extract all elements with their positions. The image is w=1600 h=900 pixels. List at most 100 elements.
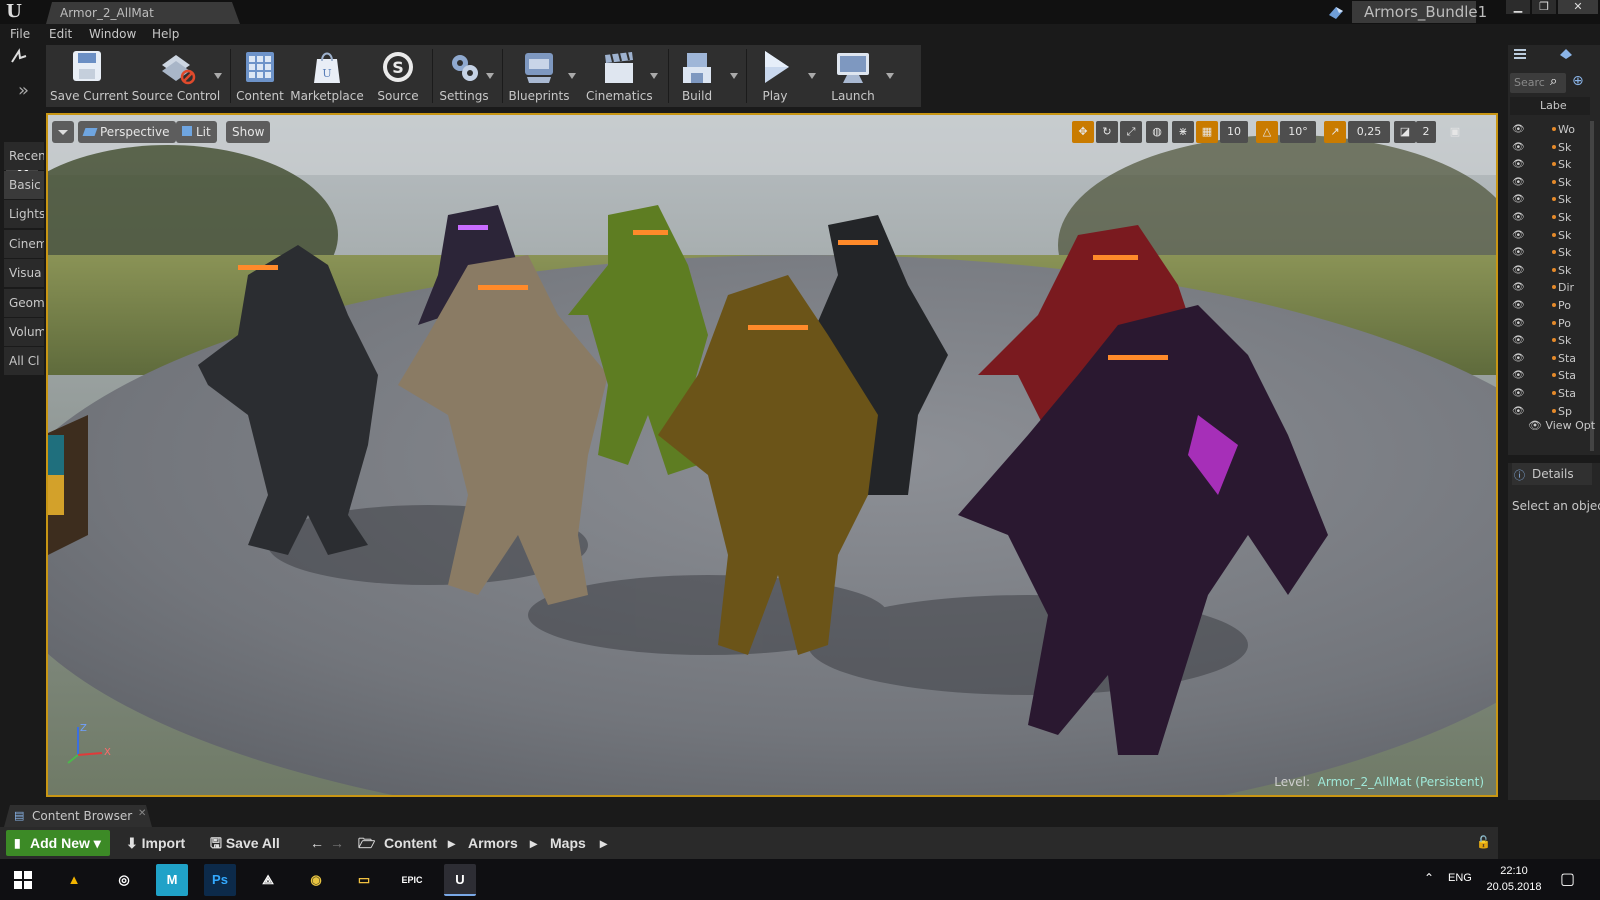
visibility-eye-icon[interactable]: 👁 xyxy=(1512,332,1525,350)
viewport-options-button[interactable] xyxy=(52,121,74,143)
translate-tool-icon[interactable]: ✥ xyxy=(1072,121,1094,143)
level-viewport[interactable]: Z X Perspective Lit Show ✥ ↻ ⤢ ◍ ⋇ ▦ 10 … xyxy=(46,113,1498,797)
content-button[interactable]: Content xyxy=(234,45,286,107)
outliner-row[interactable]: 👁 Sta xyxy=(1508,367,1600,385)
taskbar-app-icon[interactable]: ⟁ xyxy=(252,864,284,896)
level-tab[interactable]: Armor_2_AllMat xyxy=(46,2,240,24)
taskbar-clock[interactable]: 22:10 20.05.2018 xyxy=(1480,863,1548,895)
launch-button[interactable]: Launch xyxy=(822,45,884,107)
scale-snap-icon[interactable]: ↗ xyxy=(1324,121,1346,143)
show-button[interactable]: Show xyxy=(226,121,271,143)
view-options-button[interactable]: 👁 View Opt xyxy=(1528,419,1595,432)
outliner-row[interactable]: 👁 Sk xyxy=(1508,227,1600,245)
label-column-header[interactable]: Labe xyxy=(1510,97,1590,115)
visibility-eye-icon[interactable]: 👁 xyxy=(1512,209,1525,227)
import-button[interactable]: ⬇ Import xyxy=(126,830,185,856)
taskbar-maya-icon[interactable]: M xyxy=(156,864,188,896)
outliner-row[interactable]: 👁 Sk xyxy=(1508,244,1600,262)
restore-button[interactable]: ❐ xyxy=(1532,0,1556,14)
save-all-button[interactable]: 🖫 Save All xyxy=(210,830,280,856)
category-volumes[interactable]: Volum xyxy=(4,318,44,346)
scale-snap-value[interactable]: 0,25 xyxy=(1348,121,1390,143)
visibility-eye-icon[interactable]: 👁 xyxy=(1512,297,1525,315)
outliner-row[interactable]: 👁 Sta xyxy=(1508,385,1600,403)
category-visual[interactable]: Visua xyxy=(4,259,44,287)
grid-snap-icon[interactable]: ▦ xyxy=(1196,121,1218,143)
rotation-snap-value[interactable]: 10° xyxy=(1280,121,1316,143)
breadcrumb-separator[interactable]: ▸ xyxy=(448,830,455,856)
taskbar-chrome-icon[interactable]: ◉ xyxy=(300,864,332,896)
outliner-row[interactable]: 👁 Sk xyxy=(1508,332,1600,350)
outliner-row[interactable]: 👁 Wo xyxy=(1508,121,1600,139)
menu-file[interactable]: File xyxy=(10,27,30,41)
forward-arrow-icon[interactable]: → xyxy=(330,830,344,856)
rotate-tool-icon[interactable]: ↻ xyxy=(1096,121,1118,143)
blueprints-button[interactable]: Blueprints xyxy=(506,45,572,107)
menu-window[interactable]: Window xyxy=(89,27,136,41)
taskbar-app-icon[interactable]: ◎ xyxy=(108,864,140,896)
taskbar-epic-launcher-icon[interactable]: EPIC xyxy=(396,864,428,896)
visibility-eye-icon[interactable]: 👁 xyxy=(1512,174,1525,192)
outliner-row[interactable]: 👁 Sk xyxy=(1508,262,1600,280)
visibility-eye-icon[interactable]: 👁 xyxy=(1512,403,1525,421)
outliner-row[interactable]: 👁 Sk xyxy=(1508,209,1600,227)
outliner-row[interactable]: 👁 Po xyxy=(1508,315,1600,333)
play-button[interactable]: Play xyxy=(750,45,800,107)
cinematics-button[interactable]: Cinematics xyxy=(586,45,653,107)
grid-snap-value[interactable]: 10 xyxy=(1220,121,1248,143)
build-button[interactable]: Build xyxy=(672,45,722,107)
add-filter-icon[interactable]: ⊕ xyxy=(1572,73,1584,89)
breadcrumb-armors[interactable]: Armors xyxy=(468,830,518,856)
visibility-eye-icon[interactable]: 👁 xyxy=(1512,385,1525,403)
language-indicator[interactable]: ENG xyxy=(1448,872,1472,884)
visibility-eye-icon[interactable]: 👁 xyxy=(1512,262,1525,280)
rotation-snap-icon[interactable]: △ xyxy=(1256,121,1278,143)
layers-tab-icon[interactable] xyxy=(1558,47,1574,61)
camera-speed-value[interactable]: 2 xyxy=(1416,121,1436,143)
save-current-button[interactable]: Save Current xyxy=(50,45,128,107)
add-new-button[interactable]: ▮ Add New ▾ xyxy=(6,830,110,856)
taskbar-explorer-icon[interactable]: ▭ xyxy=(348,864,380,896)
settings-button[interactable]: Settings xyxy=(436,45,492,107)
close-button[interactable]: ✕ xyxy=(1558,0,1598,14)
world-space-icon[interactable]: ◍ xyxy=(1146,121,1168,143)
outliner-row[interactable]: 👁 Sk xyxy=(1508,139,1600,157)
category-all-classes[interactable]: All Cl xyxy=(4,347,44,375)
outliner-tab-icon[interactable] xyxy=(1512,47,1528,61)
category-recent[interactable]: Recen xyxy=(4,142,44,170)
visibility-eye-icon[interactable]: 👁 xyxy=(1512,279,1525,297)
expand-arrows-icon[interactable]: » xyxy=(18,80,40,102)
category-lights[interactable]: Lights xyxy=(4,200,44,228)
windows-start-icon[interactable] xyxy=(14,871,32,889)
outliner-row[interactable]: 👁 Sk xyxy=(1508,156,1600,174)
visibility-eye-icon[interactable]: 👁 xyxy=(1512,139,1525,157)
chevron-down-icon[interactable] xyxy=(568,73,576,79)
visibility-eye-icon[interactable]: 👁 xyxy=(1512,367,1525,385)
visibility-eye-icon[interactable]: 👁 xyxy=(1512,350,1525,368)
taskbar-app-icon[interactable]: ▲ xyxy=(58,864,90,896)
lit-mode-button[interactable]: Lit xyxy=(176,121,217,143)
visibility-eye-icon[interactable]: 👁 xyxy=(1512,156,1525,174)
breadcrumb-separator[interactable]: ▸ xyxy=(600,830,607,856)
minimize-button[interactable]: ▁ xyxy=(1506,0,1530,14)
notifications-icon[interactable]: ▢ xyxy=(1560,869,1575,888)
source-control-button[interactable]: Source Control xyxy=(128,45,224,107)
tab-content-browser[interactable]: Content Browser xyxy=(4,805,152,827)
chevron-down-icon[interactable] xyxy=(650,73,658,79)
visibility-eye-icon[interactable]: 👁 xyxy=(1512,121,1525,139)
outliner-row[interactable]: 👁 Po xyxy=(1508,297,1600,315)
outliner-row[interactable]: 👁 Sk xyxy=(1508,174,1600,192)
chevron-down-icon[interactable] xyxy=(886,73,894,79)
place-mode-icon[interactable] xyxy=(8,48,30,66)
viewport-scene[interactable] xyxy=(48,115,1496,795)
outliner-row[interactable]: 👁 Sta xyxy=(1508,350,1600,368)
scale-tool-icon[interactable]: ⤢ xyxy=(1120,121,1142,143)
source-button[interactable]: S Source xyxy=(372,45,424,107)
visibility-eye-icon[interactable]: 👁 xyxy=(1512,315,1525,333)
category-basic[interactable]: Basic xyxy=(4,171,44,199)
chevron-down-icon[interactable] xyxy=(486,73,494,79)
visibility-eye-icon[interactable]: 👁 xyxy=(1512,191,1525,209)
marketplace-button[interactable]: U Marketplace xyxy=(290,45,364,107)
close-icon[interactable]: ✕ xyxy=(138,808,146,819)
back-arrow-icon[interactable]: ← xyxy=(310,830,324,856)
